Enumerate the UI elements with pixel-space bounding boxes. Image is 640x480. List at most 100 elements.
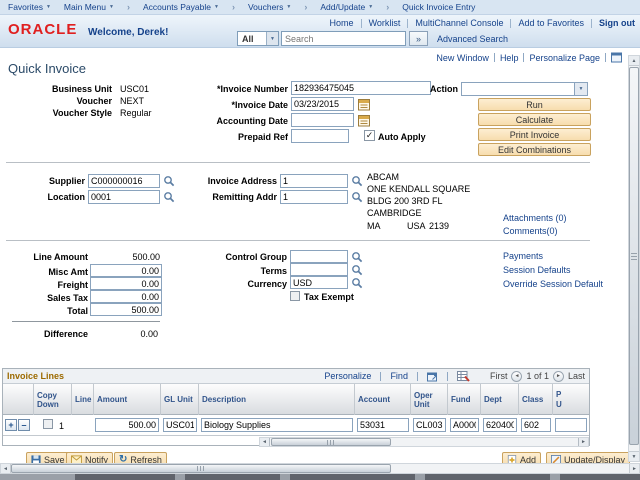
divider bbox=[417, 372, 418, 381]
breadcrumb-vouchers[interactable]: Vouchers ▼ bbox=[248, 2, 291, 12]
page-vscrollbar-thumb[interactable] bbox=[629, 67, 639, 445]
currency-input[interactable] bbox=[290, 276, 348, 289]
link-multichannel-console[interactable]: MultiChannel Console bbox=[415, 18, 503, 28]
link-personalize-page[interactable]: Personalize Page bbox=[529, 53, 600, 63]
taskbar-fragment bbox=[290, 474, 415, 480]
supplier-input[interactable] bbox=[88, 174, 160, 188]
section-divider bbox=[6, 162, 590, 163]
class-input[interactable] bbox=[521, 418, 551, 432]
link-home[interactable]: Home bbox=[330, 18, 354, 28]
link-sign-out[interactable]: Sign out bbox=[599, 18, 635, 28]
line-amount-input[interactable] bbox=[95, 418, 159, 432]
scroll-down-icon[interactable]: ▼ bbox=[629, 451, 639, 461]
page-horizontal-scrollbar[interactable]: ◄ ► bbox=[0, 463, 640, 474]
grid-horizontal-scrollbar[interactable]: ◄ ► bbox=[259, 437, 589, 447]
breadcrumb-accounts-payable[interactable]: Accounts Payable ▼ bbox=[143, 2, 219, 12]
next-row-button[interactable]: ► bbox=[553, 371, 564, 382]
scroll-up-icon[interactable]: ▲ bbox=[629, 56, 639, 66]
column-header-oper-unit: Oper Unit bbox=[411, 384, 448, 415]
column-header-gl-unit: GL Unit bbox=[161, 384, 199, 415]
link-payments[interactable]: Payments bbox=[503, 251, 543, 261]
menu-main-menu[interactable]: Main Menu ▼ bbox=[64, 2, 114, 12]
gl-unit-input[interactable] bbox=[163, 418, 197, 432]
terms-lookup-icon[interactable] bbox=[351, 264, 363, 276]
download-to-excel-icon[interactable] bbox=[457, 371, 470, 382]
scrollbar-grip bbox=[631, 252, 637, 260]
currency-lookup-icon[interactable] bbox=[351, 277, 363, 289]
link-attachments[interactable]: Attachments (0) bbox=[503, 213, 567, 223]
prepaid-ref-input[interactable] bbox=[291, 129, 349, 143]
dept-input[interactable] bbox=[483, 418, 517, 432]
freight-input[interactable] bbox=[90, 277, 162, 290]
calendar-icon[interactable] bbox=[358, 114, 370, 127]
supplier-lookup-icon[interactable] bbox=[163, 175, 175, 187]
total-input[interactable] bbox=[90, 303, 162, 316]
account-input[interactable] bbox=[357, 418, 409, 432]
link-new-window[interactable]: New Window bbox=[436, 53, 489, 63]
scroll-left-icon[interactable]: ◄ bbox=[260, 438, 270, 446]
link-find[interactable]: Find bbox=[390, 371, 408, 381]
breadcrumb-separator-icon: › bbox=[127, 2, 130, 12]
link-session-defaults[interactable]: Session Defaults bbox=[503, 265, 571, 275]
edit-combinations-button[interactable]: Edit Combinations bbox=[478, 143, 591, 156]
control-group-input[interactable] bbox=[290, 250, 348, 263]
fund-input[interactable] bbox=[450, 418, 479, 432]
action-select[interactable]: ▼ bbox=[461, 82, 588, 96]
link-advanced-search[interactable]: Advanced Search bbox=[437, 34, 508, 44]
voucher-style-value: Regular bbox=[120, 108, 152, 118]
taskbar-fragment bbox=[425, 474, 550, 480]
misc-amt-input[interactable] bbox=[90, 264, 162, 277]
scroll-right-icon[interactable]: ► bbox=[629, 464, 639, 473]
page-hscrollbar-thumb[interactable] bbox=[11, 464, 391, 473]
accounting-date-input[interactable] bbox=[291, 113, 354, 127]
previous-row-button[interactable]: ◄ bbox=[511, 371, 522, 382]
link-comments[interactable]: Comments(0) bbox=[503, 226, 558, 236]
link-add-to-favorites[interactable]: Add to Favorites bbox=[518, 18, 584, 28]
column-header-pc-unit: P U bbox=[553, 384, 589, 415]
control-group-lookup-icon[interactable] bbox=[351, 251, 363, 263]
location-input[interactable] bbox=[88, 190, 160, 204]
menu-favorites[interactable]: Favorites ▼ bbox=[8, 2, 51, 12]
run-button[interactable]: Run bbox=[478, 98, 591, 111]
view-all-popup-icon[interactable] bbox=[427, 371, 438, 382]
breadcrumb-add-update[interactable]: Add/Update ▼ bbox=[320, 2, 373, 12]
column-header-fund: Fund bbox=[448, 384, 481, 415]
remitting-addr-lookup-icon[interactable] bbox=[351, 191, 363, 203]
invoice-address-input[interactable] bbox=[280, 174, 348, 188]
oper-unit-input[interactable] bbox=[413, 418, 446, 432]
pc-unit-input[interactable] bbox=[555, 418, 587, 432]
location-lookup-icon[interactable] bbox=[163, 191, 175, 203]
search-scope-select[interactable]: All ▼ bbox=[237, 31, 279, 46]
http-window-icon[interactable] bbox=[611, 52, 622, 63]
search-go-button[interactable]: » bbox=[409, 31, 428, 46]
print-invoice-button[interactable]: Print Invoice bbox=[478, 128, 591, 141]
search-input[interactable] bbox=[281, 31, 406, 46]
description-input[interactable] bbox=[201, 418, 353, 432]
link-worklist[interactable]: Worklist bbox=[369, 18, 401, 28]
scroll-left-icon[interactable]: ◄ bbox=[1, 464, 11, 473]
chevron-down-icon: ▼ bbox=[368, 4, 373, 10]
quick-invoice-entry-screen: Favorites ▼ Main Menu ▼ › Accounts Payab… bbox=[0, 0, 640, 480]
link-override-session-default[interactable]: Override Session Default bbox=[503, 279, 603, 289]
scroll-right-icon[interactable]: ► bbox=[578, 438, 588, 446]
copy-down-checkbox[interactable] bbox=[43, 419, 53, 429]
tax-exempt-checkbox[interactable] bbox=[290, 291, 300, 301]
calculate-button[interactable]: Calculate bbox=[478, 113, 591, 126]
invoice-date-input[interactable] bbox=[291, 97, 354, 111]
link-help[interactable]: Help bbox=[500, 53, 519, 63]
grid-scrollbar-thumb[interactable] bbox=[271, 438, 391, 446]
page-vertical-scrollbar[interactable]: ▲ ▼ bbox=[628, 55, 640, 462]
add-row-button[interactable]: + bbox=[5, 419, 17, 431]
auto-apply-checkbox[interactable]: ✓ bbox=[364, 130, 375, 141]
grid-title-bar: Invoice Lines Personalize Find First ◄ 1… bbox=[3, 369, 589, 384]
remitting-addr-input[interactable] bbox=[280, 190, 348, 204]
auto-apply-label: Auto Apply bbox=[378, 132, 438, 142]
sales-tax-input[interactable] bbox=[90, 290, 162, 303]
invoice-address-lookup-icon[interactable] bbox=[351, 175, 363, 187]
breadcrumb-current-page: Quick Invoice Entry bbox=[402, 2, 475, 12]
delete-row-button[interactable]: – bbox=[18, 419, 30, 431]
terms-input[interactable] bbox=[290, 263, 348, 276]
misc-amt-label: Misc Amt bbox=[8, 267, 88, 277]
link-personalize[interactable]: Personalize bbox=[324, 371, 371, 381]
calendar-icon[interactable] bbox=[358, 98, 370, 111]
